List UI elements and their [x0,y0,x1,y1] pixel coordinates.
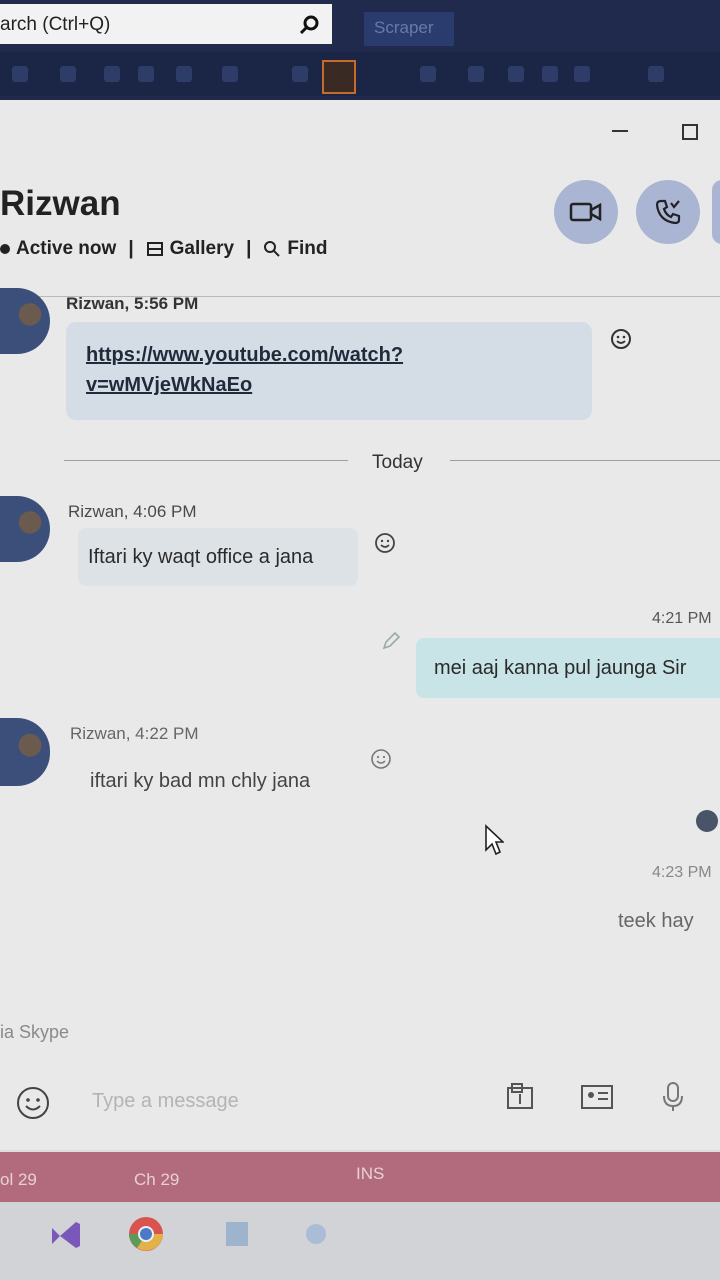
message-meta: Rizwan, 5:56 PM [66,294,199,313]
app-title-tab[interactable]: Scraper [364,12,454,46]
add-file-icon[interactable] [504,1080,538,1114]
contact-card-icon[interactable] [580,1080,614,1114]
smiley-reaction-icon[interactable] [374,532,396,554]
status-mode: INS [356,1164,385,1183]
toolbar-icon[interactable] [60,66,76,82]
outgoing-message-bubble[interactable]: mei aaj kanna pul jaunga Sir [416,638,720,698]
message-meta: Rizwan, 4:06 PM [68,502,197,521]
search-box-text: arch (Ctrl+Q) [0,14,111,35]
emoji-picker-icon[interactable] [16,1086,50,1120]
search-box[interactable]: arch (Ctrl+Q) [0,4,332,44]
date-divider-label: Today [372,452,423,473]
status-ch: Ch 29 [134,1170,180,1189]
message-link-bubble[interactable]: https://www.youtube.com/watch? v=wMVjeWk… [66,322,592,420]
audio-call-button[interactable] [636,180,700,244]
toolbar-active-button[interactable] [322,60,356,94]
avatar[interactable] [0,718,50,786]
message-text: mei aaj kanna pul jaunga Sir [434,656,687,679]
find-search-icon[interactable] [263,240,281,258]
date-divider: Today [64,452,720,476]
toolbar-icon[interactable] [508,66,524,82]
message-text[interactable]: iftari ky bad mn chly jana [90,770,310,793]
toolbar-icon[interactable] [542,66,558,82]
toolbar-icon[interactable] [574,66,590,82]
separator: | [128,238,134,259]
gallery-link[interactable]: Gallery [170,238,234,260]
more-button[interactable] [712,180,720,244]
message-meta: Rizwan, 4:22 PM [70,724,199,743]
ide-status-bar: ol 29 Ch 29 INS [0,1152,720,1202]
incoming-message-bubble[interactable]: Iftari ky waqt office a jana [78,528,358,586]
skype-icon[interactable] [296,1214,336,1254]
windows-taskbar [0,1202,720,1280]
chrome-icon[interactable] [126,1214,166,1254]
toolbar-icon[interactable] [12,66,28,82]
message-link-line[interactable]: v=wMVjeWkNaEo [86,370,572,400]
message-text[interactable]: teek hay [618,910,694,933]
toolbar-icon[interactable] [222,66,238,82]
video-camera-icon [569,202,602,222]
toolbar-icon[interactable] [648,66,664,82]
gallery-icon[interactable] [146,240,164,258]
message-text: Iftari ky waqt office a jana [88,545,314,568]
maximize-button[interactable] [682,124,698,140]
smiley-reaction-icon[interactable] [370,748,392,770]
skype-chat-window: Rizwan Active now | Gallery | Find Rizwa… [0,100,720,1150]
video-call-button[interactable] [554,180,618,244]
toolbar-icon[interactable] [292,66,308,82]
minimize-button[interactable] [612,130,628,132]
toolbar-icon[interactable] [468,66,484,82]
toolbar-icon[interactable] [104,66,120,82]
contact-name: Rizwan [0,184,121,223]
separator: | [246,238,252,259]
search-icon[interactable] [298,14,320,36]
read-receipt-avatar [696,810,718,832]
via-skype-selector[interactable]: ia Skype [0,1022,69,1043]
message-time: 4:23 PM [652,864,712,881]
find-link[interactable]: Find [287,238,327,260]
mouse-cursor-icon [485,824,504,856]
divider-line [450,460,720,461]
taskbar-app-icon[interactable] [216,1214,256,1254]
presence-dot-icon [0,244,10,254]
status-col: ol 29 [0,1170,37,1189]
divider-line [64,460,348,461]
chat-header-links: Active now | Gallery | Find [0,238,328,260]
avatar[interactable] [0,288,50,354]
presence-status: Active now [16,238,117,259]
toolbar-icon[interactable] [138,66,154,82]
visual-studio-icon[interactable] [46,1214,86,1254]
toolbar-icon[interactable] [420,66,436,82]
ide-toolbar [0,52,720,96]
toolbar-icon[interactable] [176,66,192,82]
message-link-line[interactable]: https://www.youtube.com/watch? [86,340,572,370]
message-input[interactable] [92,1086,472,1116]
avatar[interactable] [0,496,50,562]
phone-icon [655,199,681,225]
smiley-reaction-icon[interactable] [610,328,632,350]
compose-bar [0,1058,720,1138]
ide-top-bar: arch (Ctrl+Q) Scraper [0,0,720,100]
edit-pencil-icon[interactable] [380,630,402,652]
microphone-icon[interactable] [656,1080,690,1114]
message-time: 4:21 PM [652,610,712,627]
